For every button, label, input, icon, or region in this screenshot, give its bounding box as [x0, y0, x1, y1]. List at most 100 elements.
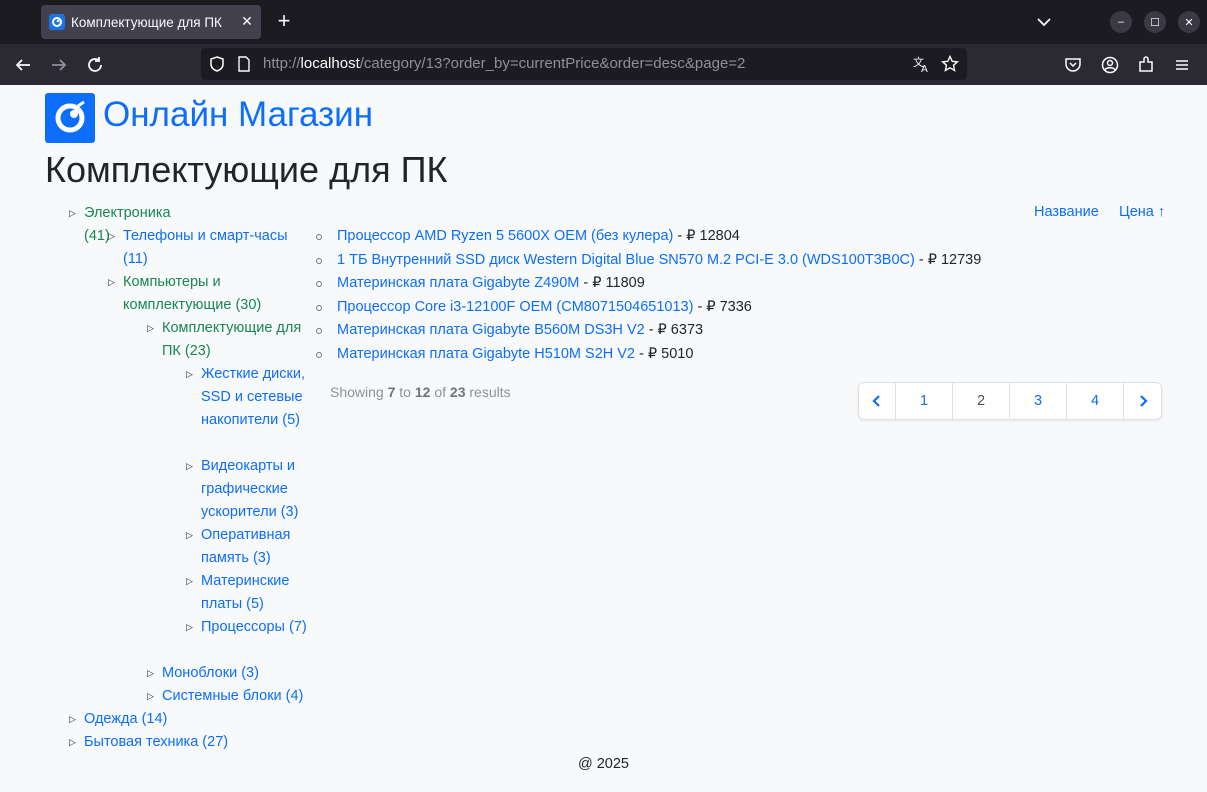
- page-button-3[interactable]: 3: [1010, 383, 1067, 419]
- product-price: - ₽ 5010: [635, 345, 694, 362]
- category-link[interactable]: Материнские платы (5): [201, 573, 289, 612]
- tab-close-icon[interactable]: ✕: [239, 14, 255, 30]
- browser-nav-bar: http://localhost/category/13?order_by=cu…: [0, 44, 1207, 85]
- category-item-gpus[interactable]: ▷ Видеокарты и графические ускорители (3…: [186, 455, 309, 524]
- pocket-icon[interactable]: [1062, 54, 1084, 76]
- translate-icon[interactable]: 文A: [913, 55, 931, 77]
- product-link[interactable]: Материнская плата Gigabyte H510M S2H V2: [337, 346, 635, 362]
- triangle-right-icon: ▷: [147, 691, 154, 701]
- category-link[interactable]: Оперативная память (3): [201, 527, 290, 566]
- page-title: Комплектующие для ПК: [45, 149, 448, 190]
- product-link[interactable]: Материнская плата Gigabyte B560M DS3H V2: [337, 322, 645, 338]
- category-item-clothing[interactable]: ▷ Одежда (14): [69, 708, 167, 731]
- triangle-right-icon: ▷: [186, 461, 193, 471]
- page-button-1[interactable]: 1: [896, 383, 953, 419]
- category-link[interactable]: Одежда (14): [84, 711, 167, 727]
- previous-page-button[interactable]: [859, 383, 896, 419]
- bullet-icon: [316, 234, 322, 240]
- category-link[interactable]: Комплектующие для ПК (23): [162, 320, 301, 359]
- category-link[interactable]: Телефоны и смарт-часы (11): [123, 228, 288, 267]
- category-link[interactable]: Бытовая техника (27): [84, 734, 228, 750]
- triangle-right-icon: ▷: [69, 714, 76, 724]
- product-list: Процессор AMD Ryzen 5 5600X OEM (без кул…: [316, 225, 981, 366]
- triangle-right-icon: ▷: [147, 323, 154, 333]
- account-icon[interactable]: [1099, 54, 1121, 76]
- bullet-icon: [316, 351, 322, 358]
- forward-arrow-icon[interactable]: [48, 54, 70, 76]
- category-link[interactable]: Жесткие диски, SSD и сетевые накопители …: [201, 366, 305, 428]
- close-window-icon[interactable]: ✕: [1178, 11, 1200, 33]
- site-favicon-icon: [49, 14, 65, 30]
- list-item: Материнская плата Gigabyte H510M S2H V2 …: [316, 343, 981, 367]
- page-icon[interactable]: [237, 56, 251, 76]
- url-bar[interactable]: http://localhost/category/13?order_by=cu…: [201, 48, 967, 80]
- new-tab-icon[interactable]: +: [272, 10, 296, 34]
- category-item-monoblocks[interactable]: ▷ Моноблоки (3): [147, 662, 259, 685]
- list-item: Материнская плата Gigabyte Z490M - ₽ 118…: [316, 272, 981, 296]
- reload-icon[interactable]: [84, 54, 106, 76]
- category-link[interactable]: Компьютеры и комплектующие (30): [123, 274, 261, 313]
- triangle-right-icon: ▷: [186, 530, 193, 540]
- category-item-pc-parts[interactable]: ▷ Комплектующие для ПК (23): [147, 317, 310, 363]
- triangle-right-icon: ▷: [186, 576, 193, 586]
- category-link[interactable]: Системные блоки (4): [162, 688, 303, 704]
- browser-tab[interactable]: Комплектующие для ПК ✕: [41, 5, 261, 39]
- svg-text:A: A: [921, 64, 928, 73]
- results-summary: Showing 7 to 12 of 23 results: [330, 384, 511, 400]
- product-link[interactable]: 1 ТБ Внутренний SSD диск Western Digital…: [337, 252, 915, 268]
- page-content: Онлайн Магазин Комплектующие для ПК ▷ Эл…: [0, 85, 1207, 792]
- product-link[interactable]: Процессор Core i3-12100F OEM (CM80715046…: [337, 299, 693, 315]
- menu-hamburger-icon[interactable]: [1171, 54, 1193, 76]
- tab-list-chevron-icon[interactable]: [1034, 12, 1054, 32]
- product-price: - ₽ 12804: [673, 228, 740, 244]
- product-price: - ₽ 12739: [914, 251, 982, 268]
- category-item-system-units[interactable]: ▷ Системные блоки (4): [147, 685, 303, 708]
- shield-icon[interactable]: [208, 55, 226, 77]
- category-item-computers[interactable]: ▷ Компьютеры и комплектующие (30): [108, 271, 283, 317]
- triangle-right-icon: ▷: [108, 231, 115, 241]
- category-item-ram[interactable]: ▷ Оперативная память (3): [186, 524, 309, 570]
- list-item: Материнская плата Gigabyte B560M DS3H V2…: [316, 319, 981, 343]
- bullet-icon: [316, 257, 322, 264]
- pagination: 1 2 3 4: [858, 382, 1162, 420]
- list-item: Процессор AMD Ryzen 5 5600X OEM (без кул…: [316, 225, 981, 249]
- product-link[interactable]: Процессор AMD Ryzen 5 5600X OEM (без кул…: [337, 228, 673, 244]
- product-link[interactable]: Материнская плата Gigabyte Z490M: [337, 275, 579, 291]
- site-name-link[interactable]: Онлайн Магазин: [103, 95, 373, 135]
- category-link[interactable]: Видеокарты и графические ускорители (3): [201, 458, 298, 520]
- product-price: - ₽ 11809: [579, 275, 645, 291]
- category-link[interactable]: Моноблоки (3): [162, 665, 259, 681]
- minimize-window-icon[interactable]: –: [1110, 11, 1132, 33]
- tab-title: Комплектующие для ПК: [71, 14, 222, 30]
- url-text[interactable]: http://localhost/category/13?order_by=cu…: [263, 55, 745, 72]
- triangle-right-icon: ▷: [108, 277, 115, 287]
- triangle-right-icon: ▷: [147, 668, 154, 678]
- triangle-right-icon: ▷: [186, 369, 193, 379]
- category-item-phones[interactable]: ▷ Телефоны и смарт-часы (11): [108, 225, 303, 271]
- sort-by-name-link[interactable]: Название: [1034, 204, 1099, 220]
- product-price: - ₽ 6373: [644, 322, 704, 338]
- chevron-right-icon: [1139, 395, 1148, 407]
- category-link[interactable]: Процессоры (7): [201, 619, 307, 635]
- bullet-icon: [316, 281, 322, 287]
- category-item-appliances[interactable]: ▷ Бытовая техника (27): [69, 731, 228, 754]
- chevron-left-icon: [872, 395, 880, 407]
- list-item: 1 ТБ Внутренний SSD диск Western Digital…: [316, 249, 981, 273]
- sort-by-price-link[interactable]: Цена ↑: [1119, 204, 1165, 220]
- extensions-icon[interactable]: [1135, 54, 1157, 76]
- category-item-motherboards[interactable]: ▷ Материнские платы (5): [186, 570, 309, 616]
- triangle-right-icon: ▷: [69, 208, 76, 218]
- next-page-button[interactable]: [1124, 383, 1161, 419]
- list-item: Процессор Core i3-12100F OEM (CM80715046…: [316, 296, 981, 320]
- site-logo-icon[interactable]: [45, 93, 95, 143]
- triangle-right-icon: ▷: [186, 622, 193, 632]
- bookmark-star-icon[interactable]: [940, 54, 960, 77]
- maximize-window-icon[interactable]: ☐: [1144, 11, 1166, 33]
- page-button-4[interactable]: 4: [1067, 383, 1124, 419]
- triangle-right-icon: ▷: [69, 737, 76, 747]
- category-item-drives[interactable]: ▷ Жесткие диски, SSD и сетевые накопител…: [186, 363, 309, 432]
- category-item-cpus[interactable]: ▷ Процессоры (7): [186, 616, 309, 639]
- page-button-2: 2: [953, 383, 1010, 419]
- product-price: - ₽ 7336: [693, 298, 752, 315]
- back-arrow-icon[interactable]: [12, 54, 34, 76]
